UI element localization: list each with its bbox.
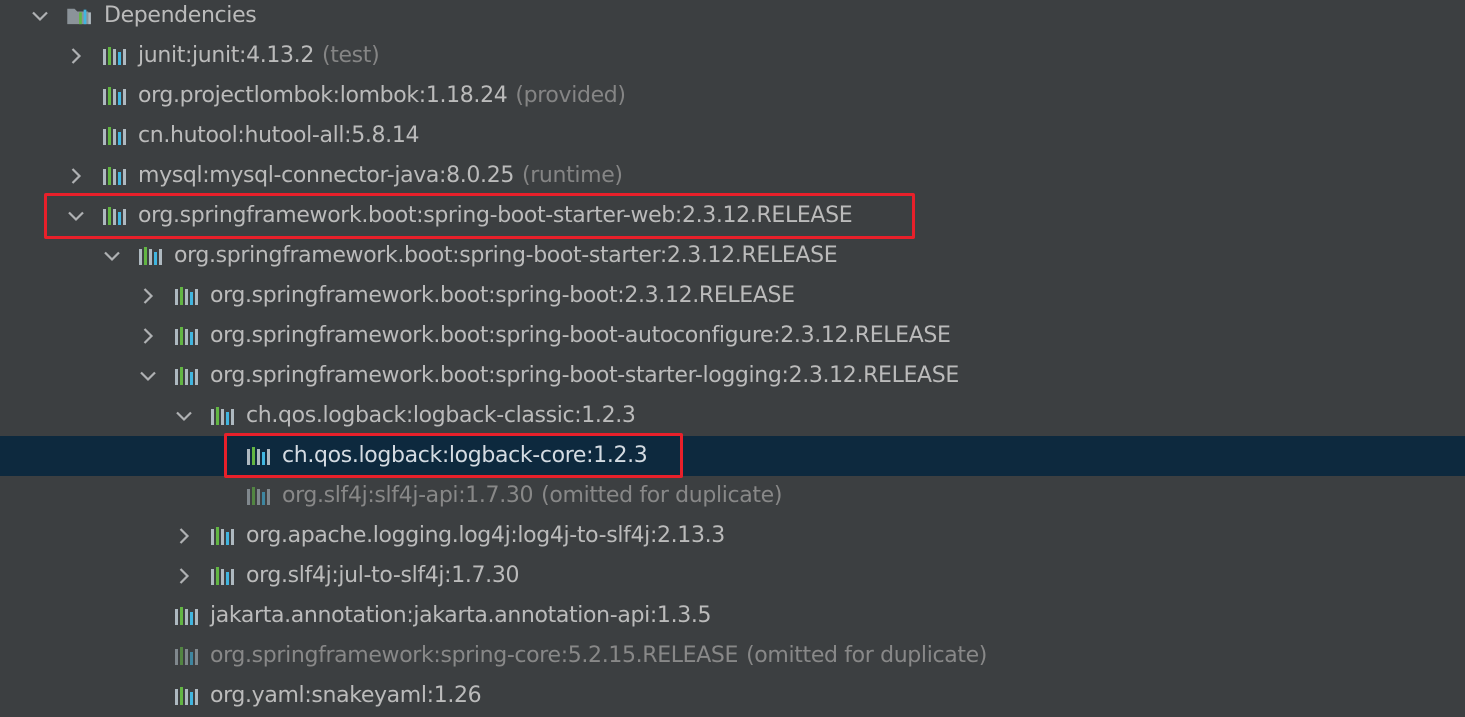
dependency-label: org.springframework.boot:spring-boot-sta… xyxy=(138,203,853,228)
dependency-label: org.springframework:spring-core:5.2.15.R… xyxy=(210,643,739,668)
dependency-label: org.slf4j:jul-to-slf4j:1.7.30 xyxy=(246,563,520,588)
tree-row-spring-boot[interactable]: org.springframework.boot:spring-boot:2.3… xyxy=(0,276,1465,316)
chevron-right-icon[interactable] xyxy=(136,284,160,308)
library-icon xyxy=(175,287,198,305)
dependency-scope: (runtime) xyxy=(522,163,623,188)
library-icon xyxy=(103,87,126,105)
tree-row-logback-core[interactable]: ch.qos.logback:logback-core:1.2.3 xyxy=(0,436,1465,476)
tree-row-dependencies[interactable]: Dependencies xyxy=(0,0,1465,36)
dependency-scope: (provided) xyxy=(515,83,626,108)
tree-row-slf4j-api[interactable]: org.slf4j:slf4j-api:1.7.30 (omitted for … xyxy=(0,476,1465,516)
chevron-right-icon[interactable] xyxy=(64,164,88,188)
tree-row-lombok[interactable]: org.projectlombok:lombok:1.18.24 (provid… xyxy=(0,76,1465,116)
library-icon xyxy=(247,487,270,505)
tree-row-spring-core[interactable]: org.springframework:spring-core:5.2.15.R… xyxy=(0,636,1465,676)
tree-row-junit[interactable]: junit:junit:4.13.2 (test) xyxy=(0,36,1465,76)
library-icon xyxy=(211,407,234,425)
dependency-label: org.springframework.boot:spring-boot-sta… xyxy=(174,243,838,268)
dependency-scope: (omitted for duplicate) xyxy=(541,483,783,508)
tree-row-logback-classic[interactable]: ch.qos.logback:logback-classic:1.2.3 xyxy=(0,396,1465,436)
tree-row-snakeyaml[interactable]: org.yaml:snakeyaml:1.26 xyxy=(0,676,1465,716)
folder-chart-icon xyxy=(67,8,91,25)
tree-row-spring-boot-starter[interactable]: org.springframework.boot:spring-boot-sta… xyxy=(0,236,1465,276)
chevron-down-icon[interactable] xyxy=(172,404,196,428)
dependency-label: ch.qos.logback:logback-classic:1.2.3 xyxy=(246,403,636,428)
library-icon xyxy=(211,527,234,545)
dependency-label: org.slf4j:slf4j-api:1.7.30 xyxy=(282,483,534,508)
dependency-label: org.springframework.boot:spring-boot-aut… xyxy=(210,323,951,348)
library-icon xyxy=(247,447,270,465)
chevron-right-icon[interactable] xyxy=(64,44,88,68)
dependency-label: org.springframework.boot:spring-boot-sta… xyxy=(210,363,959,388)
dependency-scope: (test) xyxy=(321,43,380,68)
tree-row-log4j-to-slf4j[interactable]: org.apache.logging.log4j:log4j-to-slf4j:… xyxy=(0,516,1465,556)
dependencies-tree: Dependencies junit:junit:4.13.2 (test) o… xyxy=(0,0,1465,717)
library-icon xyxy=(139,247,162,265)
tree-row-spring-boot-starter-web[interactable]: org.springframework.boot:spring-boot-sta… xyxy=(0,196,1465,236)
tree-row-mysql[interactable]: mysql:mysql-connector-java:8.0.25 (runti… xyxy=(0,156,1465,196)
library-icon xyxy=(175,687,198,705)
tree-root-label: Dependencies xyxy=(104,3,257,28)
library-icon xyxy=(175,367,198,385)
chevron-down-icon[interactable] xyxy=(28,4,52,28)
library-icon xyxy=(103,127,126,145)
library-icon xyxy=(175,327,198,345)
dependency-label: junit:junit:4.13.2 xyxy=(138,43,314,68)
chevron-down-icon[interactable] xyxy=(100,244,124,268)
dependency-label: cn.hutool:hutool-all:5.8.14 xyxy=(138,123,420,148)
chevron-down-icon[interactable] xyxy=(136,364,160,388)
tree-row-jakarta-annotation-api[interactable]: jakarta.annotation:jakarta.annotation-ap… xyxy=(0,596,1465,636)
library-icon xyxy=(103,167,126,185)
library-icon xyxy=(175,607,198,625)
tree-row-spring-boot-autoconfigure[interactable]: org.springframework.boot:spring-boot-aut… xyxy=(0,316,1465,356)
dependency-label: mysql:mysql-connector-java:8.0.25 xyxy=(138,163,514,188)
tree-row-hutool[interactable]: cn.hutool:hutool-all:5.8.14 xyxy=(0,116,1465,156)
library-icon xyxy=(175,647,198,665)
tree-row-spring-boot-starter-logging[interactable]: org.springframework.boot:spring-boot-sta… xyxy=(0,356,1465,396)
library-icon xyxy=(103,207,126,225)
chevron-right-icon[interactable] xyxy=(136,324,160,348)
dependency-label: ch.qos.logback:logback-core:1.2.3 xyxy=(282,443,648,468)
dependency-label: jakarta.annotation:jakarta.annotation-ap… xyxy=(210,603,712,628)
chevron-right-icon[interactable] xyxy=(172,524,196,548)
dependency-label: org.apache.logging.log4j:log4j-to-slf4j:… xyxy=(246,523,725,548)
chevron-right-icon[interactable] xyxy=(172,564,196,588)
tree-row-jul-to-slf4j[interactable]: org.slf4j:jul-to-slf4j:1.7.30 xyxy=(0,556,1465,596)
dependency-label: org.yaml:snakeyaml:1.26 xyxy=(210,683,482,708)
dependency-label: org.projectlombok:lombok:1.18.24 xyxy=(138,83,508,108)
chevron-down-icon[interactable] xyxy=(64,204,88,228)
library-icon xyxy=(103,47,126,65)
dependency-scope: (omitted for duplicate) xyxy=(746,643,988,668)
dependency-label: org.springframework.boot:spring-boot:2.3… xyxy=(210,283,795,308)
library-icon xyxy=(211,567,234,585)
